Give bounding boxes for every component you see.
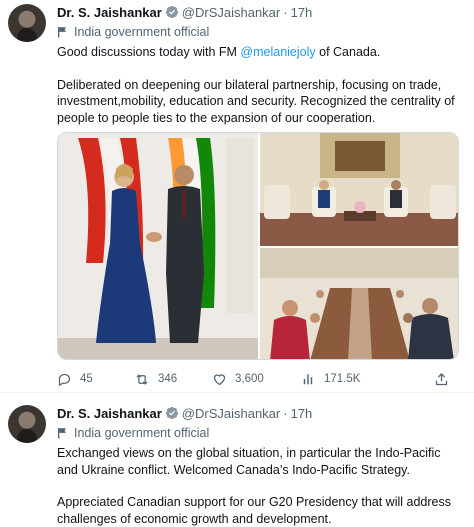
text-segment: of Canada. (315, 45, 381, 59)
author-name[interactable]: Dr. S. Jaishankar (57, 5, 162, 20)
heart-icon (213, 373, 226, 385)
handshake-photo[interactable] (58, 133, 258, 360)
verified-badge-icon (165, 5, 178, 19)
separator-dot: · (283, 4, 288, 20)
tweet-paragraph: Good discussions today with FM @melaniej… (57, 44, 464, 61)
author-name[interactable]: Dr. S. Jaishankar (57, 406, 162, 421)
author-handle[interactable]: @DrSJaishankar (182, 406, 280, 421)
tweet[interactable]: Dr. S. Jaishankar @DrSJaishankar · 17h I… (0, 0, 474, 393)
media-grid[interactable] (57, 132, 459, 360)
share-icon (435, 372, 448, 385)
verified-badge-icon (165, 406, 178, 420)
retweet-icon (136, 373, 148, 385)
tweet-header: Dr. S. Jaishankar @DrSJaishankar · 17h (57, 404, 464, 422)
separator-dot: · (283, 405, 288, 421)
mention-link[interactable]: @melaniejoly (240, 45, 315, 59)
affiliation-text: India government official (74, 426, 210, 440)
timestamp[interactable]: 17h (291, 406, 313, 421)
tweet-text: Exchanged views on the global situation,… (57, 445, 464, 527)
affiliation-text: India government official (74, 25, 210, 39)
tweet-actions: 45 346 3,600 171.5K (57, 370, 457, 388)
views-chart-icon (303, 374, 313, 385)
flag-icon (58, 27, 66, 38)
tweet[interactable]: Dr. S. Jaishankar @DrSJaishankar · 17h I… (0, 393, 474, 527)
timestamp[interactable]: 17h (291, 5, 313, 20)
tweet-content: Dr. S. Jaishankar @DrSJaishankar · 17h I… (57, 3, 464, 142)
author-handle[interactable]: @DrSJaishankar (182, 5, 280, 20)
like-button[interactable]: 3,600 (212, 372, 302, 387)
tweet-header: Dr. S. Jaishankar @DrSJaishankar · 17h (57, 3, 464, 21)
meeting-photo[interactable] (260, 133, 459, 246)
reply-count: 45 (80, 373, 93, 385)
tweet-paragraph: Appreciated Canadian support for our G20… (57, 495, 451, 526)
reply-icon (58, 373, 71, 386)
delegation-talks-photo[interactable] (260, 248, 459, 360)
like-count: 3,600 (235, 373, 264, 385)
tweet-text: Good discussions today with FM @melaniej… (57, 44, 464, 126)
share-button[interactable] (434, 372, 457, 387)
avatar[interactable] (8, 4, 46, 42)
reply-button[interactable]: 45 (57, 372, 134, 387)
affiliation-label: India government official (57, 23, 464, 41)
tweet-paragraph: Exchanged views on the global situation,… (57, 446, 441, 477)
retweet-button[interactable]: 346 (134, 372, 212, 387)
affiliation-label: India government official (57, 424, 464, 442)
tweet-paragraph: Deliberated on deepening our bilateral p… (57, 77, 455, 125)
text-segment: Good discussions today with FM (57, 45, 241, 59)
views-button[interactable]: 171.5K (302, 372, 397, 386)
views-count: 171.5K (324, 373, 361, 385)
tweet-content: Dr. S. Jaishankar @DrSJaishankar · 17h I… (57, 404, 464, 527)
retweet-count: 346 (158, 373, 178, 385)
flag-icon (58, 428, 66, 439)
avatar[interactable] (8, 405, 46, 443)
